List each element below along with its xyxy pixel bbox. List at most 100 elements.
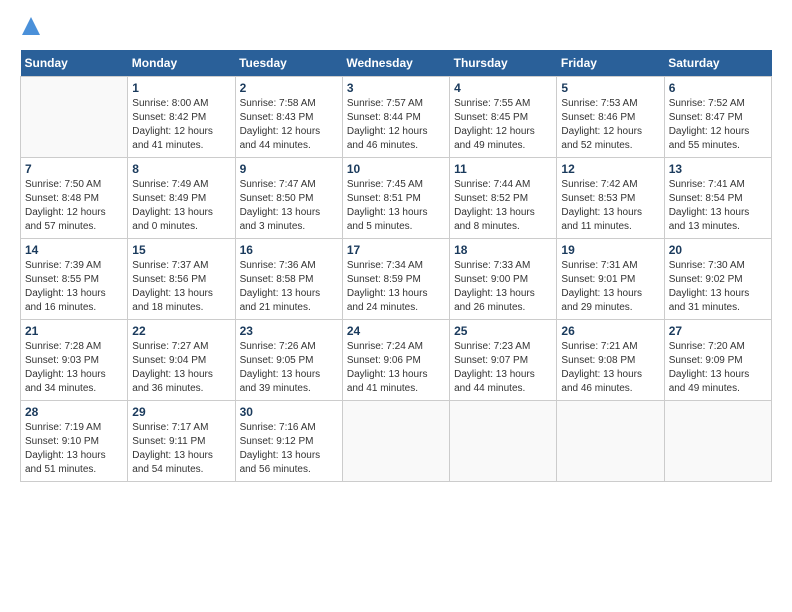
day-number: 13 bbox=[669, 162, 767, 176]
day-cell bbox=[21, 76, 128, 157]
logo bbox=[20, 20, 40, 40]
week-row-3: 14 Sunrise: 7:39 AMSunset: 8:55 PMDayligh… bbox=[21, 238, 772, 319]
day-info: Sunrise: 7:17 AMSunset: 9:11 PMDaylight:… bbox=[132, 421, 230, 477]
day-number: 29 bbox=[132, 405, 230, 419]
day-number: 5 bbox=[561, 81, 659, 95]
day-cell: 18Sunrise: 7:33 AMSunset: 9:00 PMDayligh… bbox=[450, 238, 557, 319]
day-info: Sunrise: 7:26 AMSunset: 9:05 PMDaylight:… bbox=[240, 340, 338, 396]
day-header-wednesday: Wednesday bbox=[342, 50, 449, 77]
day-header-saturday: Saturday bbox=[664, 50, 771, 77]
day-number: 11 bbox=[454, 162, 552, 176]
day-number: 24 bbox=[347, 324, 445, 338]
logo-icon bbox=[22, 17, 40, 35]
day-header-sunday: Sunday bbox=[21, 50, 128, 77]
day-cell: 19 Sunrise: 7:31 AMSunset: 9:01 PMDayligh… bbox=[557, 238, 664, 319]
day-info: Sunrise: 7:44 AMSunset: 8:52 PMDaylight:… bbox=[454, 178, 552, 234]
week-row-2: 7 Sunrise: 7:50 AMSunset: 8:48 PMDaylight… bbox=[21, 157, 772, 238]
day-info: Sunrise: 7:45 AMSunset: 8:51 PMDaylight:… bbox=[347, 178, 445, 234]
day-info: Sunrise: 7:36 AMSunset: 8:58 PMDaylight:… bbox=[240, 259, 338, 315]
day-cell: 26 Sunrise: 7:21 AMSunset: 9:08 PMDayligh… bbox=[557, 319, 664, 400]
day-cell: 11 Sunrise: 7:44 AMSunset: 8:52 PMDayligh… bbox=[450, 157, 557, 238]
day-number: 22 bbox=[132, 324, 230, 338]
day-info: Sunrise: 7:31 AMSunset: 9:01 PMDaylight:… bbox=[561, 259, 659, 315]
day-number: 9 bbox=[240, 162, 338, 176]
day-cell: 22 Sunrise: 7:27 AMSunset: 9:04 PMDayligh… bbox=[128, 319, 235, 400]
day-info: Sunrise: 7:27 AMSunset: 9:04 PMDaylight:… bbox=[132, 340, 230, 396]
day-number: 20 bbox=[669, 243, 767, 257]
day-number: 23 bbox=[240, 324, 338, 338]
day-cell: 3Sunrise: 7:57 AMSunset: 8:44 PMDaylight… bbox=[342, 76, 449, 157]
day-number: 8 bbox=[132, 162, 230, 176]
day-number: 15 bbox=[132, 243, 230, 257]
day-info: Sunrise: 7:57 AMSunset: 8:44 PMDaylight:… bbox=[347, 97, 445, 153]
calendar-body: 1 Sunrise: 8:00 AMSunset: 8:42 PMDaylight… bbox=[21, 76, 772, 481]
day-info: Sunrise: 7:55 AMSunset: 8:45 PMDaylight:… bbox=[454, 97, 552, 153]
day-cell: 15 Sunrise: 7:37 AMSunset: 8:56 PMDayligh… bbox=[128, 238, 235, 319]
day-info: Sunrise: 7:41 AMSunset: 8:54 PMDaylight:… bbox=[669, 178, 767, 234]
day-cell bbox=[342, 400, 449, 481]
day-cell: 12Sunrise: 7:42 AMSunset: 8:53 PMDayligh… bbox=[557, 157, 664, 238]
day-cell: 14 Sunrise: 7:39 AMSunset: 8:55 PMDayligh… bbox=[21, 238, 128, 319]
week-row-4: 21 Sunrise: 7:28 AMSunset: 9:03 PMDayligh… bbox=[21, 319, 772, 400]
calendar-table: SundayMondayTuesdayWednesdayThursdayFrid… bbox=[20, 50, 772, 482]
day-cell: 17 Sunrise: 7:34 AMSunset: 8:59 PMDayligh… bbox=[342, 238, 449, 319]
day-info: Sunrise: 7:19 AMSunset: 9:10 PMDaylight:… bbox=[25, 421, 123, 477]
week-row-5: 28 Sunrise: 7:19 AMSunset: 9:10 PMDayligh… bbox=[21, 400, 772, 481]
day-info: Sunrise: 7:16 AMSunset: 9:12 PMDaylight:… bbox=[240, 421, 338, 477]
day-cell: 23 Sunrise: 7:26 AMSunset: 9:05 PMDayligh… bbox=[235, 319, 342, 400]
day-number: 14 bbox=[25, 243, 123, 257]
day-cell: 21 Sunrise: 7:28 AMSunset: 9:03 PMDayligh… bbox=[21, 319, 128, 400]
day-header-monday: Monday bbox=[128, 50, 235, 77]
day-info: Sunrise: 7:33 AMSunset: 9:00 PMDaylight:… bbox=[454, 259, 552, 315]
day-info: Sunrise: 7:21 AMSunset: 9:08 PMDaylight:… bbox=[561, 340, 659, 396]
day-number: 2 bbox=[240, 81, 338, 95]
day-info: Sunrise: 7:28 AMSunset: 9:03 PMDaylight:… bbox=[25, 340, 123, 396]
day-cell: 10 Sunrise: 7:45 AMSunset: 8:51 PMDayligh… bbox=[342, 157, 449, 238]
week-row-1: 1 Sunrise: 8:00 AMSunset: 8:42 PMDaylight… bbox=[21, 76, 772, 157]
day-info: Sunrise: 7:37 AMSunset: 8:56 PMDaylight:… bbox=[132, 259, 230, 315]
day-number: 28 bbox=[25, 405, 123, 419]
day-info: Sunrise: 7:23 AMSunset: 9:07 PMDaylight:… bbox=[454, 340, 552, 396]
day-number: 26 bbox=[561, 324, 659, 338]
day-number: 7 bbox=[25, 162, 123, 176]
day-cell: 30 Sunrise: 7:16 AMSunset: 9:12 PMDayligh… bbox=[235, 400, 342, 481]
day-number: 17 bbox=[347, 243, 445, 257]
day-cell: 16 Sunrise: 7:36 AMSunset: 8:58 PMDayligh… bbox=[235, 238, 342, 319]
day-info: Sunrise: 7:47 AMSunset: 8:50 PMDaylight:… bbox=[240, 178, 338, 234]
day-info: Sunrise: 7:20 AMSunset: 9:09 PMDaylight:… bbox=[669, 340, 767, 396]
day-cell: 13 Sunrise: 7:41 AMSunset: 8:54 PMDayligh… bbox=[664, 157, 771, 238]
day-cell: 27Sunrise: 7:20 AMSunset: 9:09 PMDayligh… bbox=[664, 319, 771, 400]
day-cell bbox=[664, 400, 771, 481]
day-info: Sunrise: 7:39 AMSunset: 8:55 PMDaylight:… bbox=[25, 259, 123, 315]
day-header-thursday: Thursday bbox=[450, 50, 557, 77]
day-cell: 24Sunrise: 7:24 AMSunset: 9:06 PMDayligh… bbox=[342, 319, 449, 400]
day-info: Sunrise: 7:34 AMSunset: 8:59 PMDaylight:… bbox=[347, 259, 445, 315]
day-cell: 28 Sunrise: 7:19 AMSunset: 9:10 PMDayligh… bbox=[21, 400, 128, 481]
day-info: Sunrise: 7:49 AMSunset: 8:49 PMDaylight:… bbox=[132, 178, 230, 234]
day-info: Sunrise: 7:53 AMSunset: 8:46 PMDaylight:… bbox=[561, 97, 659, 153]
day-header-tuesday: Tuesday bbox=[235, 50, 342, 77]
day-info: Sunrise: 7:30 AMSunset: 9:02 PMDaylight:… bbox=[669, 259, 767, 315]
day-cell: 1 Sunrise: 8:00 AMSunset: 8:42 PMDaylight… bbox=[128, 76, 235, 157]
day-cell bbox=[557, 400, 664, 481]
day-number: 10 bbox=[347, 162, 445, 176]
day-cell: 8 Sunrise: 7:49 AMSunset: 8:49 PMDaylight… bbox=[128, 157, 235, 238]
day-cell: 9 Sunrise: 7:47 AMSunset: 8:50 PMDaylight… bbox=[235, 157, 342, 238]
day-cell: 2 Sunrise: 7:58 AMSunset: 8:43 PMDaylight… bbox=[235, 76, 342, 157]
day-cell: 29 Sunrise: 7:17 AMSunset: 9:11 PMDayligh… bbox=[128, 400, 235, 481]
day-info: Sunrise: 7:58 AMSunset: 8:43 PMDaylight:… bbox=[240, 97, 338, 153]
day-info: Sunrise: 7:50 AMSunset: 8:48 PMDaylight:… bbox=[25, 178, 123, 234]
day-cell: 7 Sunrise: 7:50 AMSunset: 8:48 PMDaylight… bbox=[21, 157, 128, 238]
day-number: 30 bbox=[240, 405, 338, 419]
day-cell bbox=[450, 400, 557, 481]
day-cell: 25Sunrise: 7:23 AMSunset: 9:07 PMDayligh… bbox=[450, 319, 557, 400]
day-cell: 5 Sunrise: 7:53 AMSunset: 8:46 PMDaylight… bbox=[557, 76, 664, 157]
day-number: 19 bbox=[561, 243, 659, 257]
day-number: 16 bbox=[240, 243, 338, 257]
page-header bbox=[20, 20, 772, 40]
day-number: 1 bbox=[132, 81, 230, 95]
day-number: 21 bbox=[25, 324, 123, 338]
day-info: Sunrise: 8:00 AMSunset: 8:42 PMDaylight:… bbox=[132, 97, 230, 153]
day-cell: 4Sunrise: 7:55 AMSunset: 8:45 PMDaylight… bbox=[450, 76, 557, 157]
day-number: 6 bbox=[669, 81, 767, 95]
